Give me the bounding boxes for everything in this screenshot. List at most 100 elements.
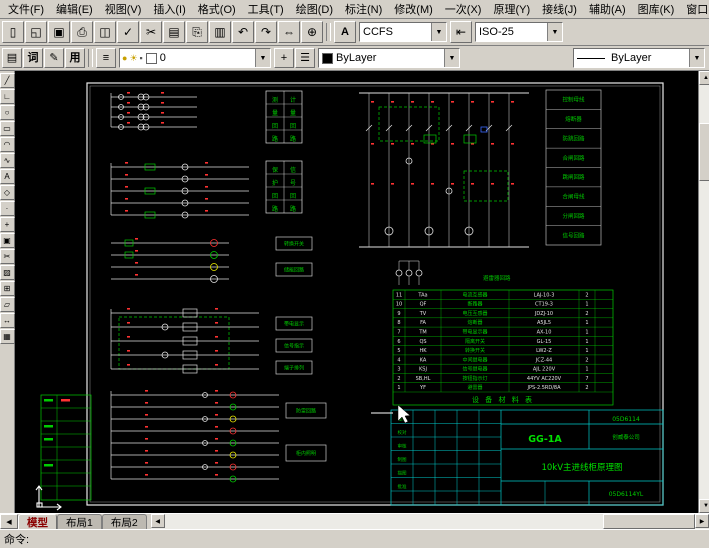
svg-text:量: 量 — [290, 110, 296, 117]
copy-object-tool-icon[interactable]: ▣ — [0, 233, 15, 248]
linetype-combo[interactable]: ByLayer ▼ — [573, 48, 705, 68]
layer-properties-icon[interactable]: ☰ — [295, 48, 315, 68]
svg-text:校对: 校对 — [398, 429, 407, 436]
menu-item-2[interactable]: 视图(V) — [99, 0, 148, 18]
cad-drawing[interactable]: 测量回路计量回路保护回路信号回路转换开关储能回路带电显示信号指示端子排列防雷回路… — [15, 71, 698, 513]
open-icon[interactable]: ◱ — [25, 21, 47, 43]
layer-on-icon[interactable]: ● — [122, 53, 127, 63]
menu-item-9[interactable]: 一次(X) — [439, 0, 488, 18]
svg-text:1: 1 — [397, 385, 400, 391]
redo-icon[interactable]: ↷ — [255, 21, 277, 43]
word-button[interactable]: 词 — [23, 48, 43, 68]
menu-item-4[interactable]: 格式(O) — [192, 0, 242, 18]
line-tool-icon[interactable]: ╱ — [0, 73, 15, 88]
arc-tool-icon[interactable]: ◠ — [0, 137, 15, 152]
schematic-geometry: 测量回路计量回路保护回路信号回路转换开关储能回路带电显示信号指示端子排列防雷回路… — [41, 90, 663, 505]
paste-icon[interactable]: ⎘ — [186, 21, 208, 43]
dim-style-combo[interactable]: ISO-25 ▼ — [475, 22, 563, 42]
drawing-canvas[interactable]: 测量回路计量回路保护回路信号回路转换开关储能回路带电显示信号指示端子排列防雷回路… — [15, 71, 698, 513]
vertical-scroll-thumb[interactable] — [699, 123, 709, 181]
move-tool-icon[interactable]: + — [0, 217, 15, 232]
chevron-down-icon[interactable]: ▼ — [689, 49, 704, 67]
menu-item-14[interactable]: 窗口(W) — [680, 0, 709, 18]
layer-lock-icon[interactable]: ▪ — [140, 53, 143, 63]
layer-freeze-icon[interactable]: ☀ — [129, 53, 137, 64]
color-combo[interactable]: ByLayer ▼ — [318, 48, 460, 68]
polyline-tool-icon[interactable]: ∟ — [0, 89, 15, 104]
svg-text:KSJ: KSJ — [419, 367, 427, 373]
make-layer-icon[interactable]: + — [274, 48, 294, 68]
company-name: 创威泰公司 — [612, 433, 640, 441]
hatch-tool-icon[interactable]: ▨ — [0, 265, 15, 280]
vertical-scrollbar[interactable]: ▲ ▼ — [698, 71, 709, 513]
array-tool-icon[interactable]: ⊞ — [0, 281, 15, 296]
cut-icon[interactable]: ✂ — [140, 21, 162, 43]
menu-item-5[interactable]: 工具(T) — [242, 0, 290, 18]
svg-text:3: 3 — [397, 367, 400, 373]
polygon-tool-icon[interactable]: ◇ — [0, 185, 15, 200]
rectangle-tool-icon[interactable]: ▭ — [0, 121, 15, 136]
svg-text:YF: YF — [419, 385, 426, 391]
scroll-left-icon[interactable]: ◀ — [151, 514, 165, 528]
text-style-icon[interactable]: A — [334, 21, 356, 43]
menu-item-10[interactable]: 原理(Y) — [487, 0, 536, 18]
chevron-down-icon[interactable]: ▼ — [444, 49, 459, 67]
point-tool-icon[interactable]: · — [0, 201, 15, 216]
tab-模型[interactable]: 模型 — [18, 514, 57, 529]
layers-icon[interactable]: ≡ — [96, 48, 116, 68]
undo-icon[interactable]: ↶ — [232, 21, 254, 43]
svg-text:TM: TM — [418, 329, 426, 335]
properties-toolbar: ▤ 词 ✎ 用 ≡ ● ☀ ▪ 0 ▼ + ☰ ByLayer ▼ ByLaye… — [0, 46, 709, 71]
horizontal-scroll-thumb[interactable] — [603, 514, 695, 529]
horizontal-scrollbar[interactable]: ◀ ▶ — [151, 514, 709, 529]
copy-icon[interactable]: ▤ — [163, 21, 185, 43]
pan-icon[interactable]: ⇔ — [278, 21, 300, 43]
layer-combo[interactable]: ● ☀ ▪ 0 ▼ — [119, 48, 271, 68]
svg-text:按钮指示灯: 按钮指示灯 — [462, 375, 487, 382]
save-icon[interactable]: ▣ — [48, 21, 70, 43]
pencil-icon[interactable]: ✎ — [44, 48, 64, 68]
text-tool-icon[interactable]: A — [0, 169, 15, 184]
menu-item-1[interactable]: 编辑(E) — [50, 0, 99, 18]
spell-check-icon[interactable]: ✓ — [117, 21, 139, 43]
dim-style-icon[interactable]: ⇤ — [450, 21, 472, 43]
dimension-tool-icon[interactable]: ↔ — [0, 313, 15, 328]
menu-item-6[interactable]: 绘图(D) — [290, 0, 339, 18]
tab-scroll-left-icon[interactable]: ◀ — [0, 514, 18, 529]
use-button[interactable]: 用 — [65, 48, 85, 68]
text-style-combo[interactable]: CCFS ▼ — [359, 22, 447, 42]
menu-item-11[interactable]: 接线(J) — [536, 0, 583, 18]
tab-布局1[interactable]: 布局1 — [57, 514, 102, 529]
circle-tool-icon[interactable]: ○ — [0, 105, 15, 120]
svg-text:路: 路 — [290, 205, 296, 213]
erase-tool-icon[interactable]: ▱ — [0, 297, 15, 312]
svg-text:控制母线: 控制母线 — [562, 96, 585, 104]
print-icon[interactable]: ⎙ — [71, 21, 93, 43]
print-preview-icon[interactable]: ◫ — [94, 21, 116, 43]
trim-tool-icon[interactable]: ✂ — [0, 249, 15, 264]
spline-tool-icon[interactable]: ∿ — [0, 153, 15, 168]
menu-item-7[interactable]: 标注(N) — [339, 0, 388, 18]
chevron-down-icon[interactable]: ▼ — [547, 23, 562, 41]
svg-text:断路器: 断路器 — [467, 301, 482, 308]
dim-style-value: ISO-25 — [476, 26, 547, 38]
scroll-up-icon[interactable]: ▲ — [699, 71, 709, 85]
draw-order-icon[interactable]: ▤ — [2, 48, 22, 68]
menu-item-13[interactable]: 图库(K) — [632, 0, 681, 18]
menu-item-0[interactable]: 文件(F) — [2, 0, 50, 18]
menu-item-8[interactable]: 修改(M) — [388, 0, 439, 18]
svg-text:QS: QS — [419, 339, 426, 345]
command-line-bar[interactable]: 命令: — [0, 529, 709, 548]
svg-text:储能回路: 储能回路 — [284, 267, 304, 274]
chevron-down-icon[interactable]: ▼ — [255, 49, 270, 67]
menu-item-12[interactable]: 辅助(A) — [583, 0, 632, 18]
scroll-down-icon[interactable]: ▼ — [699, 499, 709, 513]
zoom-window-icon[interactable]: ⊕ — [301, 21, 323, 43]
match-properties-icon[interactable]: ▥ — [209, 21, 231, 43]
chevron-down-icon[interactable]: ▼ — [431, 23, 446, 41]
tab-布局2[interactable]: 布局2 — [102, 514, 147, 529]
menu-item-3[interactable]: 插入(I) — [147, 0, 191, 18]
new-icon[interactable]: ▯ — [2, 21, 24, 43]
scroll-right-icon[interactable]: ▶ — [695, 514, 709, 528]
block-tool-icon[interactable]: ▦ — [0, 329, 15, 344]
